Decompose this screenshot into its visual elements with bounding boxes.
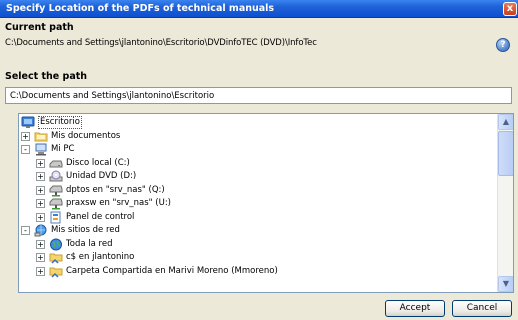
hard-drive-icon — [49, 157, 63, 170]
folder-icon — [34, 130, 48, 143]
collapse-icon[interactable]: - — [21, 226, 30, 235]
tree-item-label: Carpeta Compartida en Marivi Moreno (Mmo… — [66, 265, 278, 276]
vertical-scrollbar[interactable]: ▲ ▼ — [497, 114, 513, 292]
computer-icon — [34, 143, 48, 156]
tree-item[interactable]: Escritorio — [19, 116, 489, 129]
expand-icon[interactable]: + — [36, 239, 45, 249]
tree-item-label: Mi PC — [51, 144, 75, 154]
shared-folder-icon — [49, 265, 63, 278]
tree-item[interactable]: + Panel de control — [19, 211, 489, 224]
tree-item-label: Escritorio — [38, 116, 82, 129]
tree-item[interactable]: + Mis documentos — [19, 130, 489, 143]
expand-icon[interactable]: + — [36, 199, 45, 208]
current-path-value: C:\Documents and Settings\jlantonino\Esc… — [5, 38, 317, 48]
tree-item-label: Mis sitios de red — [51, 225, 120, 235]
tree-item-label: Panel de control — [66, 211, 135, 222]
tree-item-label: Unidad DVD (D:) — [66, 171, 137, 181]
tree-item-label: Mis documentos — [51, 130, 121, 141]
tree-item[interactable]: + praxsw en "srv_nas" (U:) — [19, 197, 489, 210]
tree-item[interactable]: - Mis sitios de red — [19, 224, 489, 237]
tree-item[interactable]: + Carpeta Compartida en Marivi Moreno (Mm… — [19, 265, 489, 278]
title-bar: Specify Location of the PDFs of technica… — [0, 0, 518, 18]
tree-item[interactable]: + Unidad DVD (D:) — [19, 170, 489, 183]
network-drive-icon — [49, 197, 63, 210]
expand-icon[interactable]: + — [36, 185, 45, 195]
help-icon[interactable]: ? — [496, 38, 510, 52]
expand-icon[interactable]: + — [36, 158, 45, 168]
expand-icon[interactable]: + — [36, 172, 45, 181]
dvd-drive-icon — [49, 170, 63, 183]
tree-item[interactable]: - Mi PC — [19, 143, 489, 156]
expand-icon[interactable]: + — [21, 131, 30, 141]
select-path-input[interactable] — [5, 87, 512, 104]
tree-item-label: praxsw en "srv_nas" (U:) — [66, 198, 171, 208]
window-title: Specify Location of the PDFs of technica… — [6, 3, 275, 14]
tree-item-label: Toda la red — [66, 238, 113, 249]
expand-icon[interactable]: + — [36, 253, 45, 262]
collapse-icon[interactable]: - — [21, 145, 30, 154]
scroll-down-button[interactable]: ▼ — [498, 276, 513, 292]
scroll-thumb[interactable] — [498, 131, 513, 176]
network-drive-icon — [49, 184, 63, 197]
control-panel-icon — [49, 211, 63, 224]
desktop-icon — [21, 116, 35, 129]
current-path-label: Current path — [5, 22, 74, 33]
globe-icon — [49, 238, 63, 251]
tree-item-label: c$ en jlantonino — [66, 252, 135, 262]
select-path-label: Select the path — [5, 71, 88, 82]
tree-item[interactable]: + c$ en jlantonino — [19, 251, 489, 264]
tree-item[interactable]: + Toda la red — [19, 238, 489, 251]
folder-tree[interactable]: + Carpeta Compartida en Marivi Moreno (Mm… — [18, 113, 514, 293]
network-places-icon — [34, 224, 48, 237]
scroll-up-button[interactable]: ▲ — [498, 114, 513, 130]
tree-item[interactable]: + dptos en "srv_nas" (Q:) — [19, 184, 489, 197]
expand-icon[interactable]: + — [36, 212, 45, 222]
tree-item[interactable]: + Disco local (C:) — [19, 157, 489, 170]
shared-folder-icon — [49, 251, 63, 264]
close-button[interactable]: x — [503, 2, 517, 16]
tree-item-label: Disco local (C:) — [66, 157, 130, 168]
expand-icon[interactable]: + — [36, 266, 45, 276]
tree-item-label: dptos en "srv_nas" (Q:) — [66, 184, 165, 195]
accept-button[interactable]: Accept — [385, 300, 445, 317]
cancel-button[interactable]: Cancel — [452, 300, 512, 317]
